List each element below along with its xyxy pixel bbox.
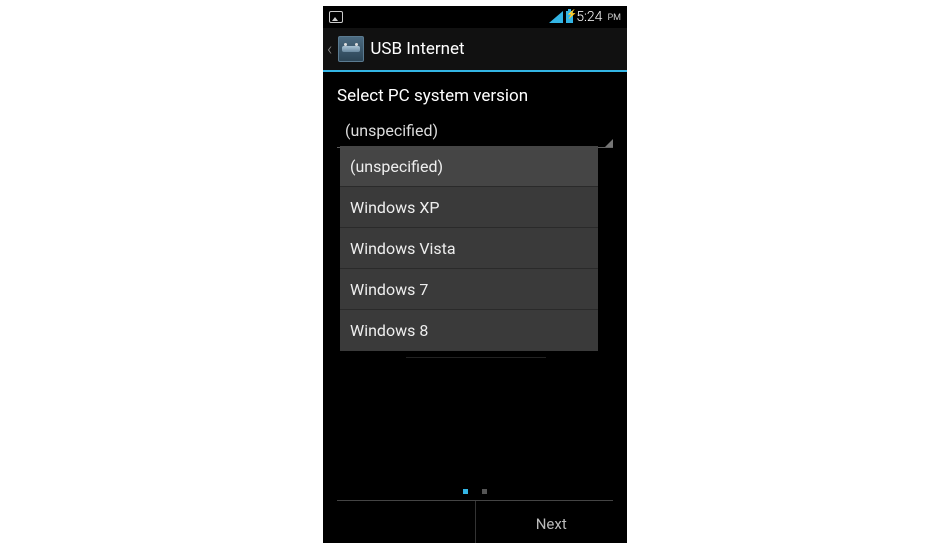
status-left <box>329 11 343 23</box>
status-bar: 5:24 PM <box>323 6 627 28</box>
dropdown-option-unspecified[interactable]: (unspecified) <box>340 146 598 187</box>
section-label: Select PC system version <box>337 86 613 106</box>
underlying-divider <box>406 352 546 358</box>
content-area: Select PC system version (unspecified) <box>323 72 627 148</box>
battery-charging-icon <box>566 11 573 23</box>
next-button[interactable]: Next <box>476 501 628 543</box>
os-version-spinner[interactable]: (unspecified) <box>337 114 613 148</box>
phone-screen: 5:24 PM ‹ USB Internet Select PC system … <box>323 6 627 543</box>
dropdown-option-windows-7[interactable]: Windows 7 <box>340 269 598 310</box>
app-icon <box>338 36 364 62</box>
footer: Next <box>323 489 627 543</box>
signal-icon <box>549 11 563 23</box>
dropdown-option-windows-vista[interactable]: Windows Vista <box>340 228 598 269</box>
action-bar[interactable]: ‹ USB Internet <box>323 28 627 72</box>
status-right: 5:24 PM <box>549 9 621 25</box>
spinner-selected-value: (unspecified) <box>345 121 438 140</box>
os-version-dropdown: (unspecified) Windows XP Windows Vista W… <box>340 146 598 351</box>
clock-time: 5:24 <box>576 9 602 25</box>
footer-actions: Next <box>323 501 627 543</box>
clock-period: PM <box>607 13 621 23</box>
back-icon[interactable]: ‹ <box>327 39 332 60</box>
dropdown-option-windows-xp[interactable]: Windows XP <box>340 187 598 228</box>
footer-spacer <box>323 501 475 543</box>
spinner-caret-icon <box>605 139 613 147</box>
screen-title: USB Internet <box>370 39 464 59</box>
dropdown-option-windows-8[interactable]: Windows 8 <box>340 310 598 351</box>
image-notification-icon <box>329 11 343 23</box>
page-indicator <box>323 489 627 500</box>
page-dot-1 <box>463 489 468 494</box>
page-dot-2 <box>482 489 487 494</box>
